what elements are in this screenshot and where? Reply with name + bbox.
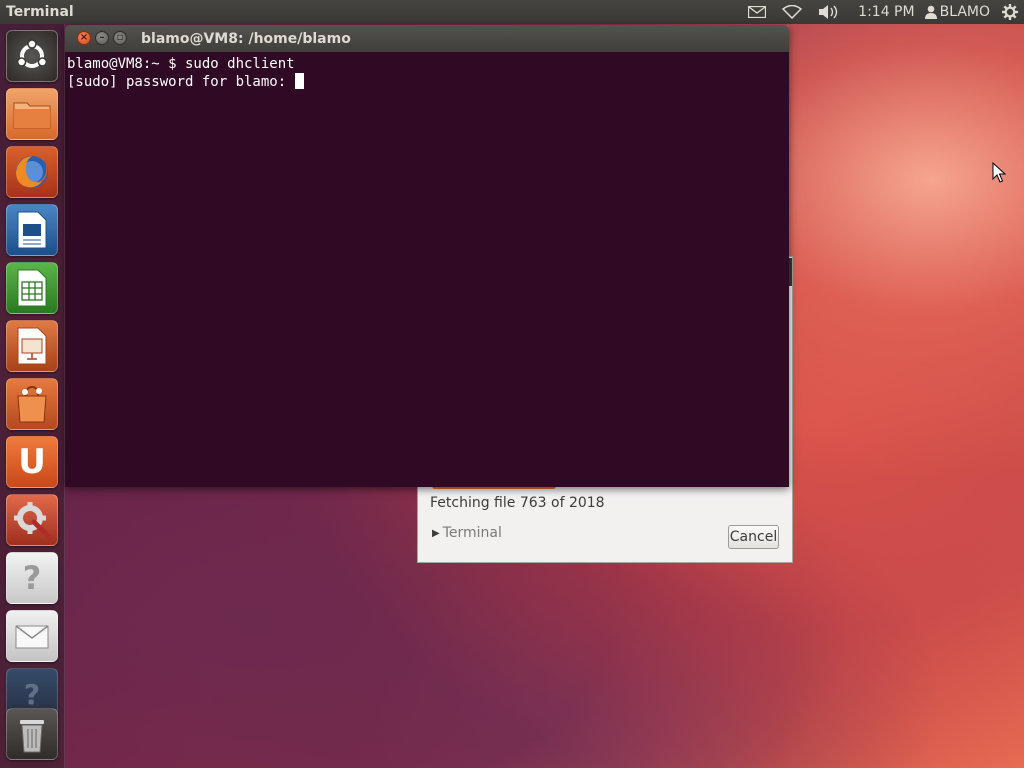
progress-status-text: Fetching file 763 of 2018 (430, 495, 605, 511)
terminal-prompt-line: [sudo] password for blamo: (67, 73, 787, 91)
gear-icon[interactable] (998, 0, 1024, 24)
folder-icon (13, 102, 51, 129)
close-icon[interactable]: × (77, 31, 91, 45)
terminal-expander[interactable]: ▶ Terminal (432, 525, 502, 541)
impress-icon (17, 327, 47, 365)
terminal-window[interactable]: × – ▫ blamo@VM8: /home/blamo blamo@VM8:~… (65, 25, 789, 487)
dash-home-button[interactable] (6, 30, 58, 82)
network-wifi-icon[interactable] (774, 0, 810, 24)
text-cursor (294, 73, 304, 89)
terminal-titlebar[interactable]: × – ▫ blamo@VM8: /home/blamo (65, 25, 789, 52)
settings-wrench-icon (14, 502, 51, 539)
mail-icon[interactable] (740, 0, 774, 24)
expander-arrow-icon: ▶ (432, 527, 440, 539)
terminal-output[interactable]: blamo@VM8:~ $ sudo dhclient [sudo] passwo… (65, 52, 789, 487)
calc-icon (17, 269, 47, 307)
top-panel: Terminal 1:14 PM BLAMO (0, 0, 1024, 24)
launcher-libreoffice-calc[interactable] (6, 262, 58, 314)
minimize-icon[interactable]: – (95, 31, 109, 45)
maximize-icon[interactable]: ▫ (113, 31, 127, 45)
user-menu[interactable]: BLAMO (921, 4, 998, 20)
launcher-home-folder[interactable] (6, 88, 58, 140)
active-app-title: Terminal (6, 4, 74, 20)
envelope-icon (15, 625, 49, 649)
help-icon: ? (22, 559, 42, 597)
writer-icon (17, 211, 47, 249)
shopping-bag-icon (17, 385, 47, 423)
launcher-trash[interactable] (6, 708, 58, 760)
volume-icon[interactable] (810, 0, 848, 24)
launcher-system-settings[interactable] (6, 494, 58, 546)
terminal-line: blamo@VM8:~ $ sudo dhclient (67, 56, 295, 72)
user-icon (924, 5, 937, 19)
sudo-prompt: [sudo] password for blamo: (67, 74, 295, 90)
launcher-ubuntu-one[interactable]: U (6, 436, 58, 488)
mouse-pointer-icon (992, 162, 1006, 183)
firefox-icon (16, 156, 48, 188)
help-icon: ? (23, 677, 41, 711)
terminal-title: blamo@VM8: /home/blamo (141, 30, 351, 47)
launcher-libreoffice-writer[interactable] (6, 204, 58, 256)
ubuntu-logo-icon (16, 39, 48, 68)
cancel-button[interactable]: Cancel (728, 525, 779, 549)
launcher-firefox[interactable] (6, 146, 58, 198)
expander-label: Terminal (442, 525, 502, 541)
launcher-libreoffice-impress[interactable] (6, 320, 58, 372)
launcher-mail[interactable] (6, 610, 58, 662)
launcher-software-center[interactable] (6, 378, 58, 430)
ubuntu-one-icon: U (18, 442, 46, 482)
launcher-help[interactable]: ? (6, 552, 58, 604)
trash-icon (20, 720, 44, 753)
clock[interactable]: 1:14 PM (848, 4, 920, 20)
launcher: U ? ? (0, 24, 65, 768)
user-name: BLAMO (939, 4, 990, 20)
indicator-area: 1:14 PM BLAMO (740, 0, 1024, 24)
